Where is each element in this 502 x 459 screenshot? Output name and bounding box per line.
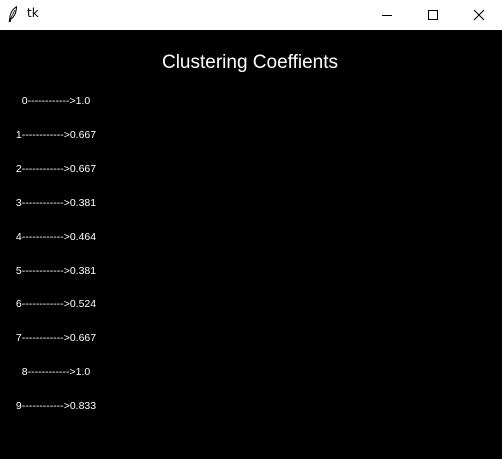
coefficient-row: 1------------>0.667 <box>15 129 97 141</box>
maximize-button[interactable] <box>410 0 456 30</box>
coefficient-row: 4------------>0.464 <box>15 231 97 243</box>
minimize-button[interactable] <box>364 0 410 30</box>
coefficient-row: 7------------>0.667 <box>15 332 97 344</box>
title-bar[interactable]: tk <box>0 0 502 30</box>
coefficient-row: 2------------>0.667 <box>15 163 97 175</box>
window-title: tk <box>27 6 39 20</box>
maximize-icon <box>428 10 438 20</box>
page-title: Clustering Coeffients <box>161 52 339 73</box>
close-icon <box>473 9 485 21</box>
minimize-icon <box>382 15 392 16</box>
coefficient-row: 9------------>0.833 <box>15 400 97 412</box>
coefficient-row: 3------------>0.381 <box>15 197 97 209</box>
coefficient-row: 8------------>1.0 <box>21 366 91 378</box>
coefficient-row: 6------------>0.524 <box>15 298 97 310</box>
canvas-area: Clustering Coeffients 0------------>1.0 … <box>0 30 502 459</box>
coefficient-row: 5------------>0.381 <box>15 265 97 277</box>
close-button[interactable] <box>456 0 502 30</box>
feather-icon <box>8 5 18 23</box>
coefficient-row: 0------------>1.0 <box>21 95 91 107</box>
tk-window: tk Clustering Coeffients 0------------>1… <box>0 0 502 459</box>
